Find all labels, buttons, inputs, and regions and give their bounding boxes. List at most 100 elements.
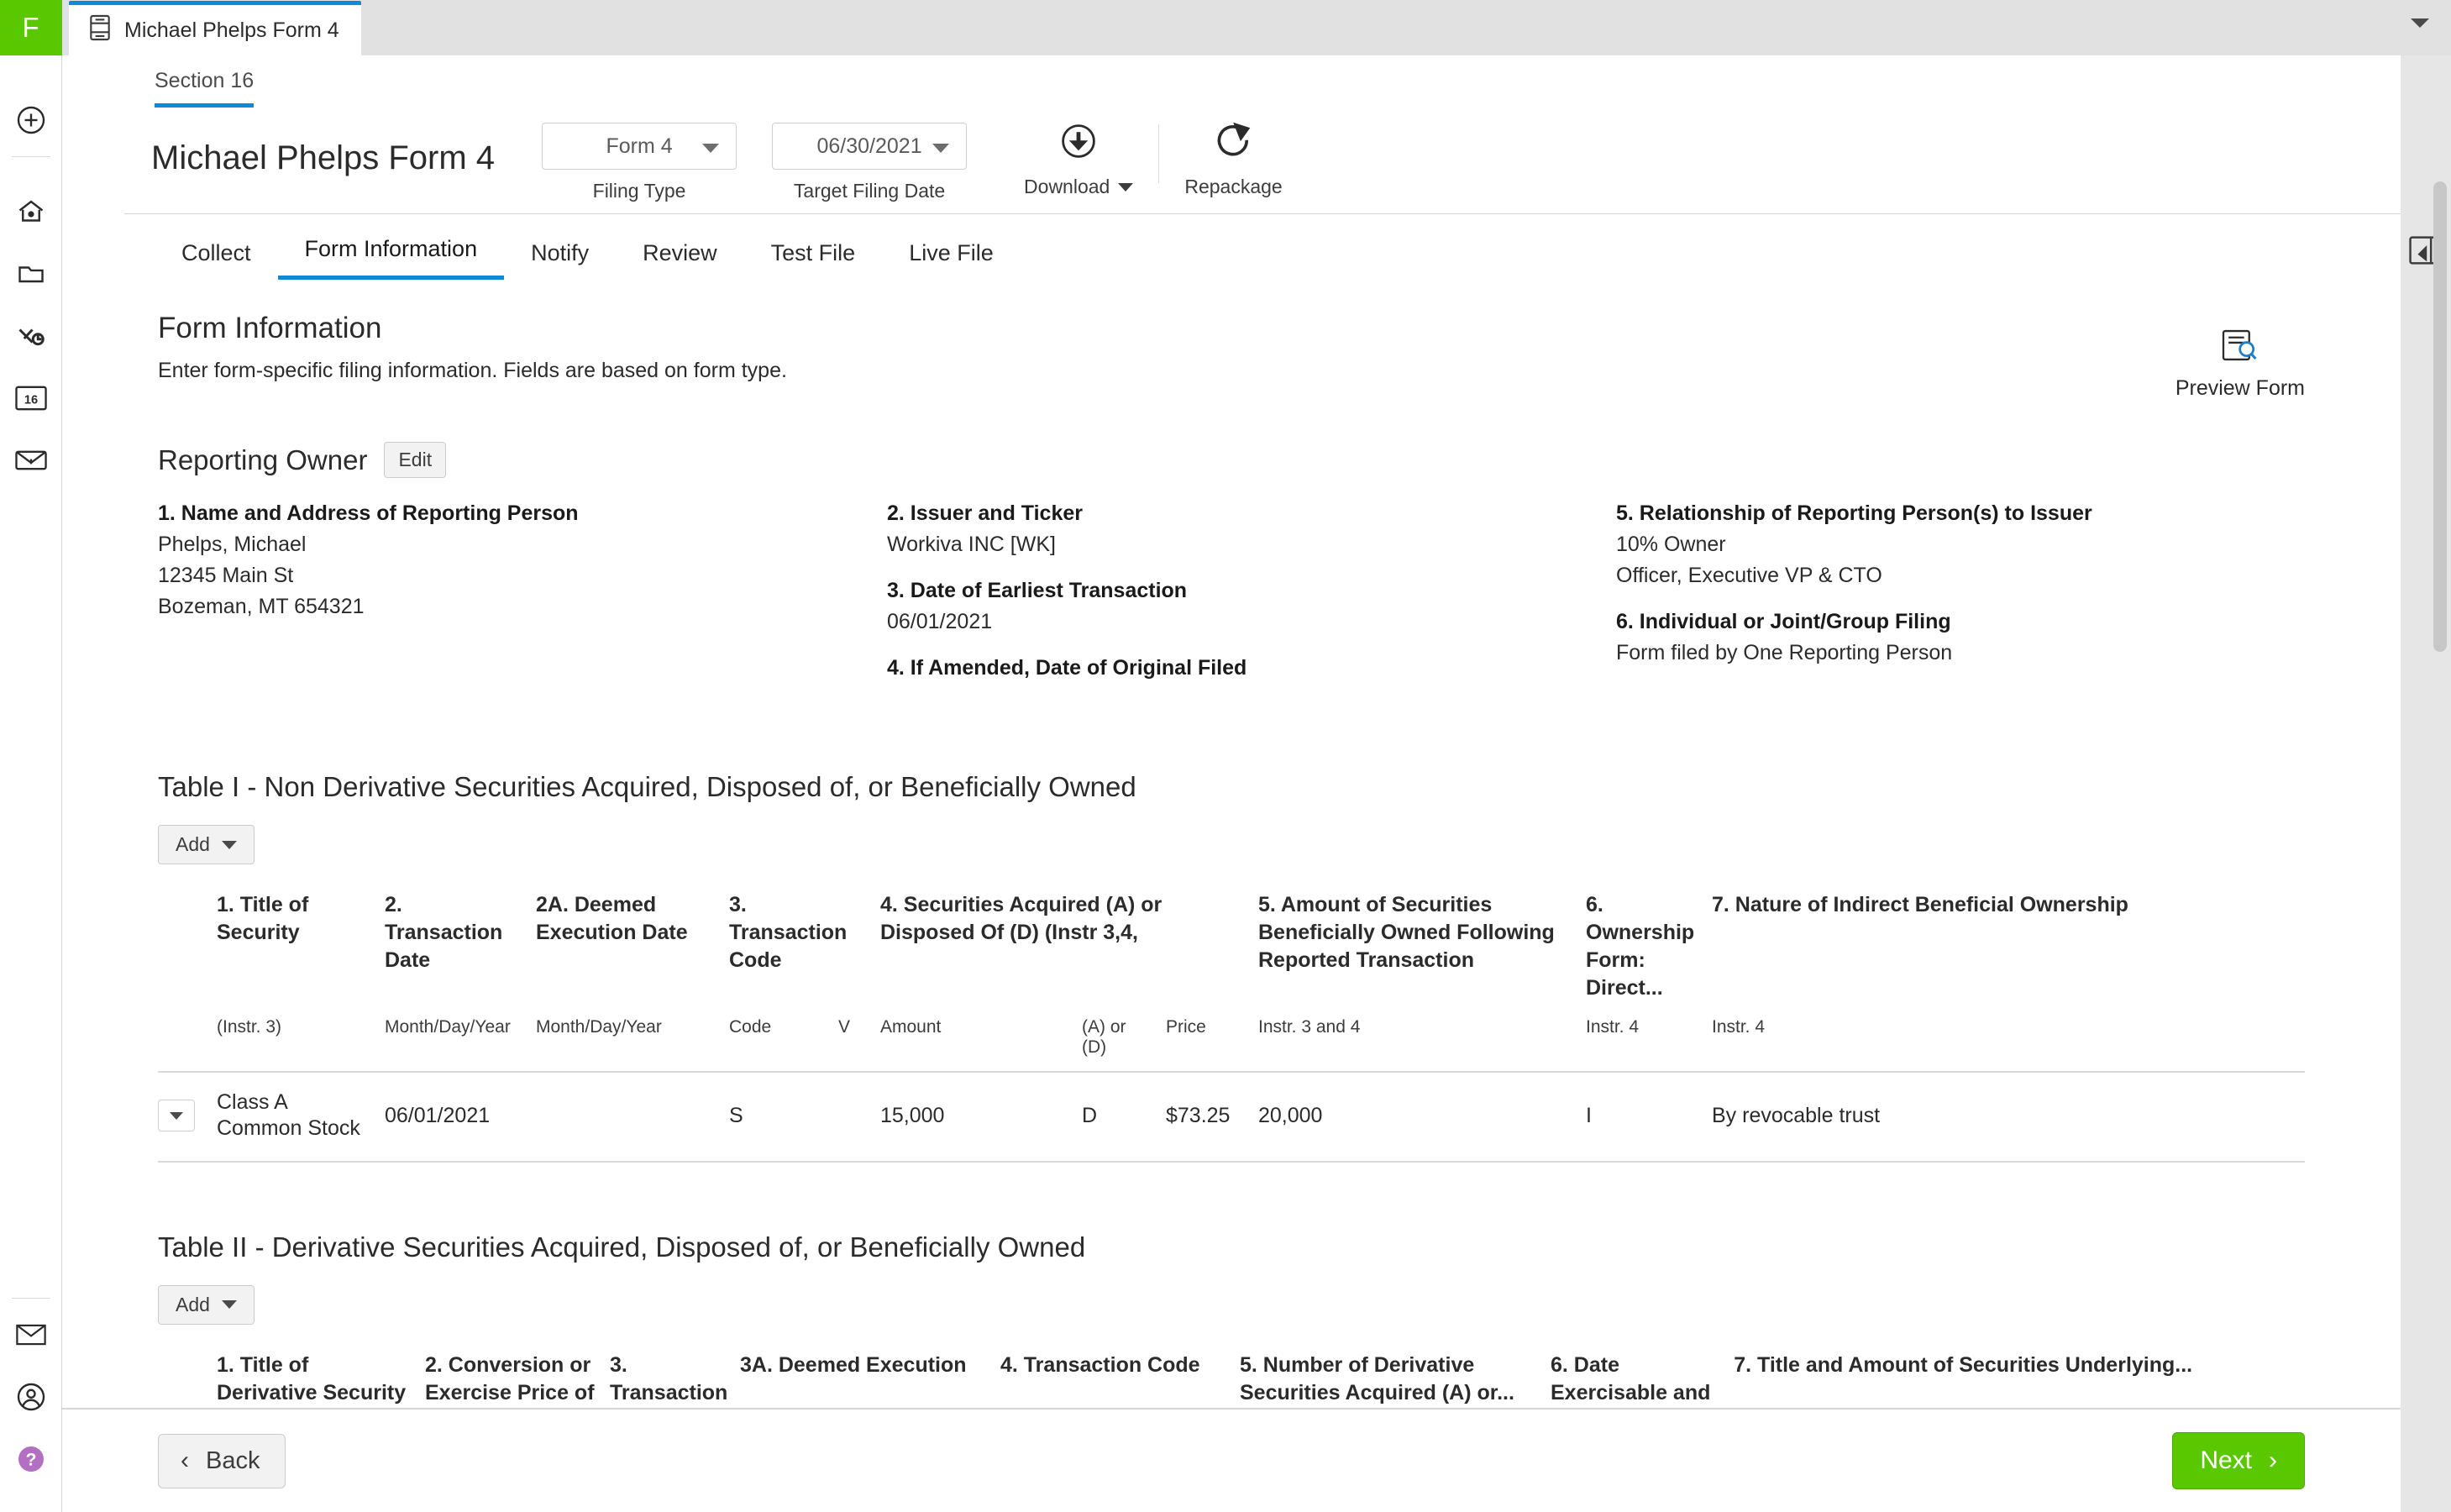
section-subheading: Enter form-specific filing information. … xyxy=(158,359,787,382)
reporting-owner-column-3: 5. Relationship of Reporting Person(s) t… xyxy=(1616,501,2305,702)
brand-logo[interactable]: F xyxy=(0,0,62,55)
table-1-header-row: 1. Title of Security 2. Transaction Date… xyxy=(158,891,2305,1002)
th-transaction-date: 2. Transaction Date xyxy=(385,893,503,972)
table-2-title: Table II - Derivative Securities Acquire… xyxy=(158,1231,1086,1263)
section-tab-section-16[interactable]: Section 16 xyxy=(155,69,255,108)
document-tabstrip: Michael Phelps Form 4 xyxy=(62,0,2451,55)
download-label-row: Download xyxy=(1024,176,1134,198)
filing-type-control: Form 4 Filing Type xyxy=(542,123,737,202)
field-value: 12345 Main St xyxy=(158,564,294,587)
field-label: 4. If Amended, Date of Original Filed xyxy=(887,656,1247,680)
subheader-instr-3: (Instr. 3) xyxy=(217,1002,385,1073)
envelope-icon[interactable] xyxy=(0,1304,62,1366)
wizard-footer: ‹ Back Next › xyxy=(62,1408,2401,1512)
table-2-add-button[interactable]: Add xyxy=(158,1284,255,1325)
document-tab[interactable]: Michael Phelps Form 4 xyxy=(69,1,361,55)
field-label: 3. Date of Earliest Transaction xyxy=(887,579,1188,602)
rail-divider-top xyxy=(11,156,50,157)
account-icon[interactable] xyxy=(0,1366,62,1428)
tab-notify[interactable]: Notify xyxy=(504,240,616,280)
back-button[interactable]: ‹ Back xyxy=(158,1433,286,1488)
target-filing-date-control: 06/30/2021 Target Filing Date xyxy=(772,123,968,202)
table-1: 1. Title of Security 2. Transaction Date… xyxy=(158,891,2305,1163)
preview-form-button[interactable]: Preview Form xyxy=(2175,328,2305,401)
chevron-left-icon: ‹ xyxy=(181,1446,189,1474)
application-window: F 16 ? Michael Phelps Form 4 Section 16 … xyxy=(0,0,2451,1512)
folder-icon[interactable] xyxy=(0,243,62,305)
chevron-down-icon xyxy=(221,840,237,849)
th-nature-of-indirect-ownership: 7. Nature of Indirect Beneficial Ownersh… xyxy=(1712,893,2128,916)
subheader-instr-3-and-4: Instr. 3 and 4 xyxy=(1258,1002,1586,1073)
tab-test-file[interactable]: Test File xyxy=(744,240,883,280)
table-row[interactable]: Class A Common Stock 06/01/2021 S 15,000… xyxy=(158,1072,2305,1163)
reporting-owner-grid: 1. Name and Address of Reporting Person … xyxy=(158,501,2305,702)
section-tab-row: Section 16 xyxy=(62,55,2401,108)
svg-text:16: 16 xyxy=(24,394,37,407)
help-icon[interactable]: ? xyxy=(0,1428,62,1490)
tab-collect[interactable]: Collect xyxy=(155,240,278,280)
next-button[interactable]: Next › xyxy=(2172,1432,2305,1489)
cell-ownership-form: I xyxy=(1586,1072,1712,1163)
chevron-down-icon[interactable] xyxy=(2411,18,2429,28)
subheader-code: Code xyxy=(729,1002,838,1073)
field-name-and-address: 1. Name and Address of Reporting Person … xyxy=(158,501,887,619)
chevron-down-icon[interactable] xyxy=(158,1100,195,1132)
tab-form-information[interactable]: Form Information xyxy=(277,236,505,280)
add-icon[interactable] xyxy=(0,89,62,151)
document-tab-label: Michael Phelps Form 4 xyxy=(124,18,339,42)
field-individual-or-joint-group-filing: 6. Individual or Joint/Group Filing Form… xyxy=(1616,610,2305,665)
next-label: Next xyxy=(2200,1446,2252,1474)
repackage-label: Repackage xyxy=(1184,176,1283,197)
field-value: 10% Owner xyxy=(1616,533,1726,556)
mailbox-icon[interactable] xyxy=(0,429,62,491)
download-button[interactable]: Download xyxy=(999,121,1158,198)
cell-amount-owned: 20,000 xyxy=(1258,1072,1586,1163)
vertical-scrollbar[interactable] xyxy=(2433,181,2447,1411)
field-value: 06/01/2021 xyxy=(887,610,993,633)
th-title-of-security: 1. Title of Security xyxy=(217,893,309,944)
field-value: Bozeman, MT 654321 xyxy=(158,595,365,618)
cell-a-or-d: D xyxy=(1082,1072,1166,1163)
edit-reporting-owner-button[interactable]: Edit xyxy=(384,442,447,478)
chevron-right-icon: › xyxy=(2269,1446,2277,1474)
field-value: Form filed by One Reporting Person xyxy=(1616,641,1953,664)
subheader-blank xyxy=(158,1002,217,1073)
field-label: 6. Individual or Joint/Group Filing xyxy=(1616,610,1951,633)
table-1-add-button[interactable]: Add xyxy=(158,825,255,864)
table-1-row-toggle-header xyxy=(158,891,217,1002)
field-if-amended-date-of-original-filed: 4. If Amended, Date of Original Filed xyxy=(887,656,1616,680)
cell-amount: 15,000 xyxy=(880,1072,1082,1163)
subheader-instr-4: Instr. 4 xyxy=(1586,1002,1712,1073)
xbrl-icon[interactable] xyxy=(0,305,62,367)
reporting-owner-column-1: 1. Name and Address of Reporting Person … xyxy=(158,501,887,702)
preview-form-label: Preview Form xyxy=(2175,376,2305,400)
scrollbar-thumb[interactable] xyxy=(2433,181,2447,652)
th-transaction-code: 3. Transaction Code xyxy=(729,893,848,972)
tab-live-file[interactable]: Live File xyxy=(882,240,1021,280)
chevron-down-icon xyxy=(932,144,950,153)
header-controls: Form 4 Filing Type 06/30/2021 Target Fil… xyxy=(542,123,968,202)
cell-price: $73.25 xyxy=(1166,1072,1258,1163)
subheader-month-day-year-2: Month/Day/Year xyxy=(536,1002,729,1073)
tab-review[interactable]: Review xyxy=(616,240,744,280)
field-value: Officer, Executive VP & CTO xyxy=(1616,564,1882,587)
filing-type-select[interactable]: Form 4 xyxy=(542,123,737,170)
table-1-subheader-row: (Instr. 3) Month/Day/Year Month/Day/Year… xyxy=(158,1002,2305,1073)
table-1-title: Table I - Non Derivative Securities Acqu… xyxy=(158,771,1136,802)
field-date-of-earliest-transaction: 3. Date of Earliest Transaction 06/01/20… xyxy=(887,579,1616,634)
chevron-down-icon xyxy=(1118,182,1134,192)
subheader-a-or-d: (A) or (D) xyxy=(1082,1002,1166,1073)
target-filing-date-select[interactable]: 06/30/2021 xyxy=(772,123,968,170)
preview-form-icon xyxy=(2222,328,2259,366)
section-heading: Form Information xyxy=(158,312,382,344)
th-securities-acquired-or-disposed: 4. Securities Acquired (A) or Disposed O… xyxy=(880,893,1163,944)
reporting-owner-title: Reporting Owner xyxy=(158,444,368,475)
home-icon[interactable] xyxy=(0,181,62,243)
repackage-button[interactable]: Repackage xyxy=(1159,121,1307,198)
row-expand-toggle[interactable] xyxy=(158,1072,217,1163)
document-icon xyxy=(87,14,113,47)
app-shell: Michael Phelps Form 4 Section 16 Michael… xyxy=(62,0,2451,1512)
chevron-down-icon xyxy=(221,1300,237,1309)
cell-nature-of-indirect: By revocable trust xyxy=(1712,1072,2305,1163)
section-16-icon[interactable]: 16 xyxy=(0,367,62,429)
